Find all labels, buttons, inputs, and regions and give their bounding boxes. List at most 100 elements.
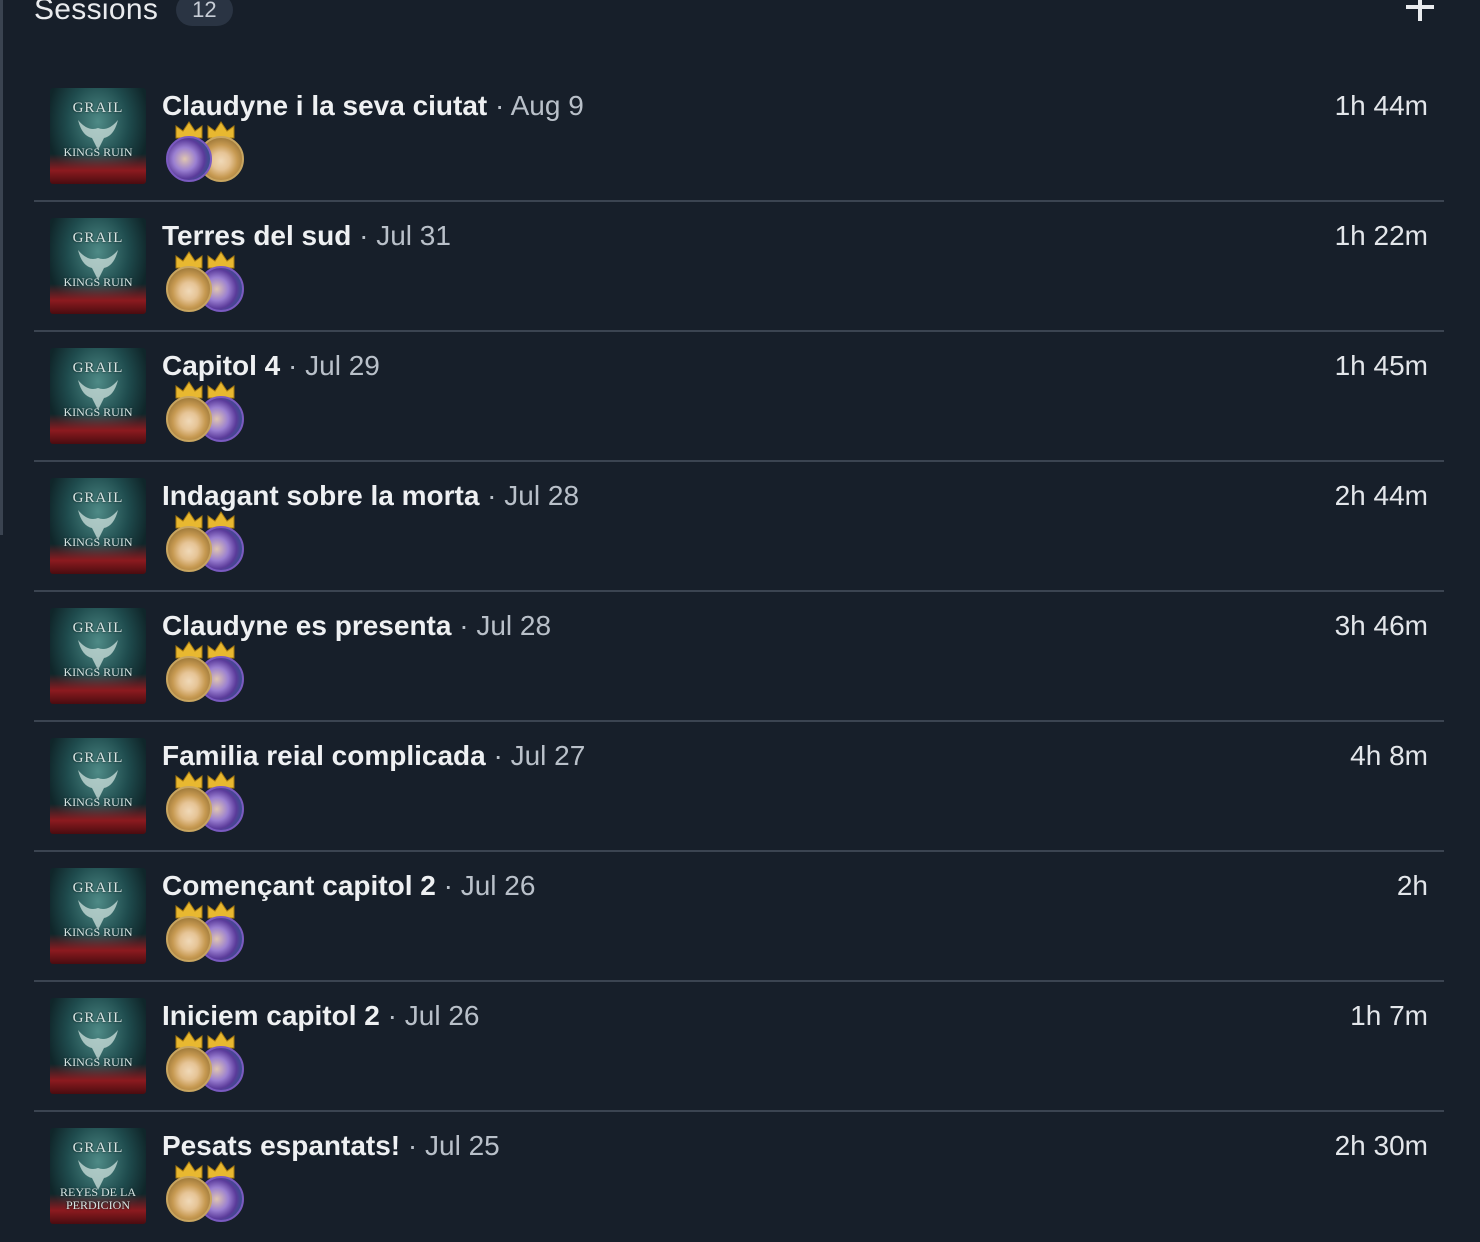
avatar[interactable]	[166, 396, 212, 442]
session-date: Aug 9	[510, 90, 584, 121]
cover-subtitle-text: KINGS RUIN	[63, 405, 133, 419]
session-title-line: Començant capitol 2 · Jul 26	[162, 870, 535, 902]
session-date: Jul 28	[504, 480, 580, 511]
participant-avatars	[166, 510, 256, 572]
session-title-line: Familia reial complicada · Jul 27	[162, 740, 585, 772]
cover-subtitle-text: KINGS RUIN	[63, 795, 133, 809]
session-cover-image: GRAIL KINGS RUIN	[50, 998, 146, 1094]
session-row[interactable]: GRAIL KINGS RUIN Iniciem capitol 2 · Jul 2…	[34, 982, 1444, 1112]
session-cover-image: GRAIL REYES DE LA PERDICION	[50, 1128, 146, 1224]
session-duration: 1h 22m	[1334, 220, 1428, 251]
cover-title-text: GRAIL	[72, 880, 124, 896]
session-date: Jul 26	[404, 1000, 480, 1031]
session-date: Jul 27	[510, 740, 586, 771]
session-row[interactable]: GRAIL KINGS RUIN Familia reial complicada …	[34, 722, 1444, 852]
session-date: Jul 25	[425, 1130, 500, 1161]
date-separator: ·	[379, 1000, 405, 1031]
date-separator: ·	[400, 1130, 425, 1161]
session-row[interactable]: GRAIL KINGS RUIN Claudyne i la seva ciutat…	[34, 72, 1444, 202]
session-cover-image: GRAIL KINGS RUIN	[50, 478, 146, 574]
session-title: Pesats espantats!	[162, 1130, 401, 1161]
session-duration: 2h	[1396, 870, 1428, 901]
session-date: Jul 29	[305, 350, 380, 381]
session-title: Començant capitol 2	[162, 870, 436, 901]
session-date: Jul 28	[476, 610, 552, 641]
participant-avatars	[166, 1030, 256, 1092]
cover-title-text: GRAIL	[72, 750, 124, 766]
session-date: Jul 26	[460, 870, 536, 901]
session-row[interactable]: GRAIL KINGS RUIN Claudyne es presenta · Ju…	[34, 592, 1444, 722]
session-title-line: Iniciem capitol 2 · Jul 26	[162, 1000, 479, 1032]
session-cover-image: GRAIL KINGS RUIN	[50, 738, 146, 834]
sessions-header: Sessions 12	[34, 0, 1440, 32]
page-title: Sessions	[34, 0, 159, 26]
cover-subtitle-text: KINGS RUIN	[63, 665, 133, 679]
avatar[interactable]	[166, 266, 212, 312]
participant-avatars	[166, 770, 256, 832]
session-title-line: Pesats espantats! · Jul 25	[162, 1130, 500, 1162]
session-duration: 1h 44m	[1334, 90, 1428, 121]
session-list: GRAIL KINGS RUIN Claudyne i la seva ciutat…	[34, 72, 1444, 1242]
cover-title-text: GRAIL	[72, 360, 124, 376]
date-separator: ·	[479, 480, 505, 511]
session-title: Claudyne i la seva ciutat	[162, 90, 488, 121]
session-duration: 2h 44m	[1334, 480, 1428, 511]
session-cover-image: GRAIL KINGS RUIN	[50, 88, 146, 184]
participant-avatars	[166, 380, 256, 442]
session-duration: 4h 8m	[1350, 740, 1428, 771]
session-title: Indagant sobre la morta	[162, 480, 480, 511]
session-title-line: Indagant sobre la morta · Jul 28	[162, 480, 579, 512]
session-duration: 1h 45m	[1334, 350, 1428, 381]
date-separator: ·	[280, 350, 306, 381]
session-duration: 3h 46m	[1334, 610, 1428, 641]
cover-subtitle-text: KINGS RUIN	[63, 535, 133, 549]
session-title: Iniciem capitol 2	[162, 1000, 380, 1031]
avatar[interactable]	[166, 136, 212, 182]
avatar[interactable]	[166, 526, 212, 572]
session-duration: 1h 7m	[1350, 1000, 1428, 1031]
date-separator: ·	[451, 610, 477, 641]
session-cover-image: GRAIL KINGS RUIN	[50, 608, 146, 704]
session-count-badge: 12	[176, 0, 233, 26]
session-row[interactable]: GRAIL KINGS RUIN Indagant sobre la morta ·…	[34, 462, 1444, 592]
session-cover-image: GRAIL KINGS RUIN	[50, 218, 146, 314]
cover-title-text: GRAIL	[72, 1010, 124, 1026]
avatar[interactable]	[166, 916, 212, 962]
date-separator: ·	[487, 90, 511, 121]
session-row[interactable]: GRAIL KINGS RUIN Terres del sud · Jul 31 1h…	[34, 202, 1444, 332]
cover-title-text: GRAIL	[72, 230, 124, 246]
session-title-line: Claudyne i la seva ciutat · Aug 9	[162, 90, 584, 122]
avatar[interactable]	[166, 1176, 212, 1222]
cover-subtitle-text: KINGS RUIN	[63, 275, 133, 289]
date-separator: ·	[485, 740, 511, 771]
cover-title-text: GRAIL	[72, 1140, 124, 1156]
session-title-line: Capitol 4 · Jul 29	[162, 350, 380, 382]
session-row[interactable]: GRAIL KINGS RUIN Capitol 4 · Jul 29 1h 45m	[34, 332, 1444, 462]
session-row[interactable]: GRAIL KINGS RUIN Començant capitol 2 · Jul…	[34, 852, 1444, 982]
avatar[interactable]	[166, 656, 212, 702]
session-duration: 2h 30m	[1334, 1130, 1428, 1161]
participant-avatars	[166, 250, 256, 312]
session-row[interactable]: GRAIL REYES DE LA PERDICION Pesats espanta…	[34, 1112, 1444, 1242]
session-title: Capitol 4	[162, 350, 281, 381]
add-session-button[interactable]	[1400, 0, 1440, 32]
participant-avatars	[166, 900, 256, 962]
session-cover-image: GRAIL KINGS RUIN	[50, 868, 146, 964]
date-separator: ·	[435, 870, 461, 901]
avatar[interactable]	[166, 1046, 212, 1092]
session-title: Familia reial complicada	[162, 740, 486, 771]
date-separator: ·	[351, 220, 377, 251]
cover-subtitle-text: KINGS RUIN	[63, 1055, 133, 1069]
session-title: Claudyne es presenta	[162, 610, 452, 641]
participant-avatars	[166, 120, 256, 182]
avatar[interactable]	[166, 786, 212, 832]
cover-subtitle-text: KINGS RUIN	[63, 925, 133, 939]
session-cover-image: GRAIL KINGS RUIN	[50, 348, 146, 444]
session-date: Jul 31	[376, 220, 451, 251]
cover-title-text: GRAIL	[72, 100, 124, 116]
cover-subtitle-text: REYES DE LA PERDICION	[60, 1185, 136, 1212]
participant-avatars	[166, 1160, 256, 1222]
panel-left-border	[0, 0, 3, 535]
cover-title-text: GRAIL	[72, 490, 124, 506]
cover-title-text: GRAIL	[72, 620, 124, 636]
